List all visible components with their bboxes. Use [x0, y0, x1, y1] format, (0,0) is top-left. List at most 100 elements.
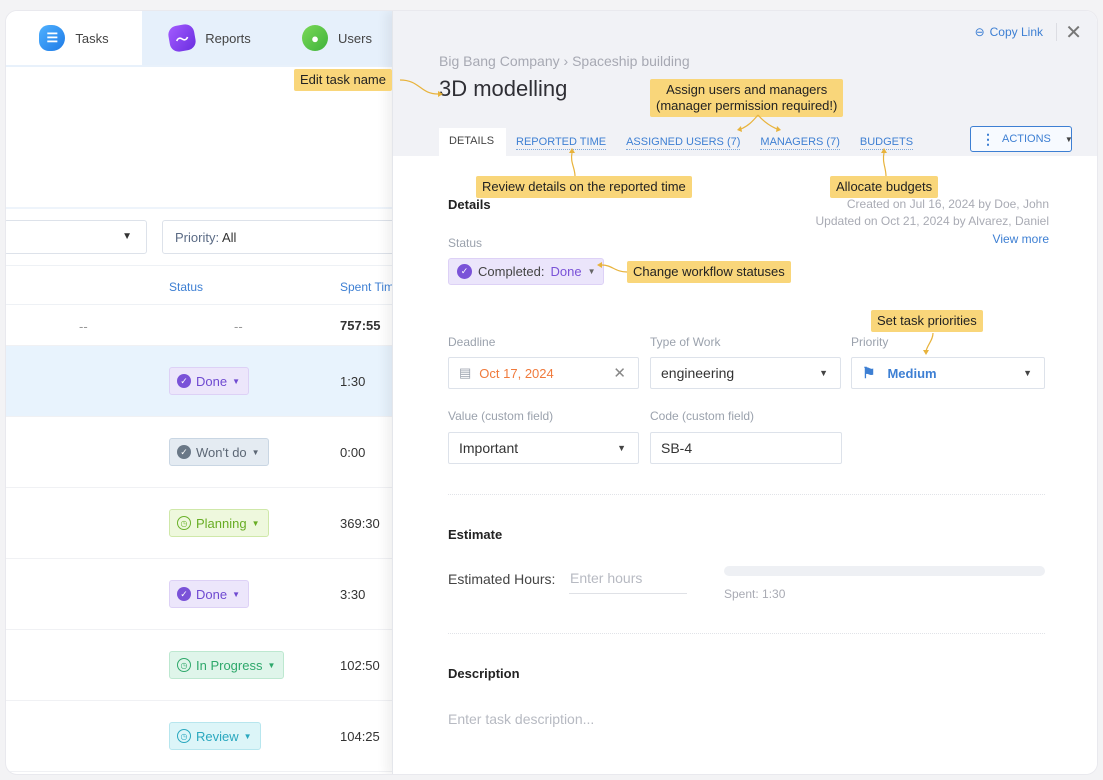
task-title[interactable]: 3D modelling [439, 76, 567, 102]
status-label: Done [196, 373, 228, 389]
table-row[interactable]: ✓ Done ▼ 1:30 [6, 346, 396, 417]
check-circle-icon: ✓ [177, 587, 191, 601]
annotation-line: (manager permission required!) [656, 98, 838, 113]
status-badge[interactable]: ◷ In Progress ▼ [169, 651, 285, 679]
annotation-assign-users: Assign users and managers (manager permi… [650, 79, 844, 117]
caret-down-icon: ▼ [232, 589, 240, 599]
column-header-status[interactable]: Status [169, 280, 203, 294]
chevron-down-icon: ▼ [1023, 368, 1032, 378]
table-header: Status Spent Tim [6, 265, 396, 305]
status-badge[interactable]: ✓ Won't do ▼ [169, 438, 269, 466]
priority-filter-label: Priority: [175, 230, 220, 245]
spent-time: 0:00 [340, 445, 366, 460]
annotation-workflow-statuses: Change workflow statuses [627, 261, 791, 283]
estimated-hours-label: Estimated Hours: [448, 571, 556, 587]
caret-down-icon: ▼ [1064, 134, 1073, 144]
check-circle-icon: ✓ [457, 264, 472, 279]
table-row[interactable]: ◷ In Progress ▼ 102:50 [6, 630, 396, 701]
table-row[interactable]: ◷ Planning ▼ 369:30 [6, 488, 396, 559]
priority-value: Medium [887, 365, 937, 381]
close-icon[interactable]: ✕ [1065, 20, 1082, 45]
filter-select[interactable]: ▼ [6, 220, 147, 254]
priority-select[interactable]: ⚑ Medium ▼ [851, 357, 1045, 389]
workflow-status-dropdown[interactable]: ✓ Completed: Done ▼ [448, 258, 605, 285]
column-header-spent-time[interactable]: Spent Tim [340, 280, 394, 294]
flag-icon: ⚑ [862, 365, 876, 382]
code-custom-field-input[interactable]: SB-4 [650, 432, 842, 464]
actions-button[interactable]: ⋮ ACTIONS ▼ [970, 126, 1073, 152]
nav-tab-label: Tasks [75, 30, 109, 46]
table-row[interactable]: ✓ Won't do ▼ 0:00 [6, 417, 396, 488]
status-label: Review [196, 728, 239, 744]
clock-icon: ◷ [177, 516, 191, 530]
clear-icon[interactable]: ✕ [613, 364, 626, 382]
priority-label: Priority [851, 335, 889, 349]
nav-tab-label: Reports [205, 30, 251, 46]
status-badge[interactable]: ◷ Planning ▼ [169, 509, 269, 537]
chevron-down-icon: ▼ [122, 231, 132, 242]
tasks-icon: ☰ [39, 25, 66, 51]
users-icon: ● [302, 25, 329, 51]
summary-cell: -- [234, 319, 243, 334]
tab-label: MANAGERS (7) [760, 136, 840, 150]
tab-label: ASSIGNED USERS (7) [626, 136, 741, 150]
calendar-icon: ▤ [459, 365, 472, 380]
status-badge[interactable]: ✓ Done ▼ [169, 367, 249, 395]
tab-details[interactable]: DETAILS [439, 128, 507, 156]
tab-budgets[interactable]: BUDGETS [850, 136, 923, 156]
more-vertical-icon: ⋮ [981, 130, 995, 147]
spent-time: 369:30 [340, 516, 380, 531]
caret-down-icon: ▼ [243, 731, 252, 741]
caret-down-icon: ▼ [232, 376, 240, 386]
clock-icon: ◷ [177, 658, 191, 672]
deadline-datepicker[interactable]: ▤ Oct 17, 2024 ✕ [448, 357, 639, 389]
app-window: ☰ Tasks 〜 Reports ● Users ▼ Priority: Al… [5, 10, 1098, 775]
status-badge[interactable]: ✓ Done ▼ [169, 580, 249, 608]
nav-tab-tasks[interactable]: ☰ Tasks [6, 11, 142, 65]
type-of-work-select[interactable]: engineering ▼ [650, 357, 841, 389]
estimated-hours-input[interactable]: Enter hours [569, 570, 687, 594]
description-section-title: Description [448, 666, 520, 681]
priority-filter-value: All [221, 230, 237, 245]
code-custom-field-value: SB-4 [661, 440, 693, 456]
view-more-link[interactable]: View more [993, 232, 1049, 246]
value-custom-field-value: Important [459, 440, 519, 456]
caret-down-icon: ▼ [251, 518, 260, 528]
tab-managers[interactable]: MANAGERS (7) [750, 136, 849, 156]
spent-time: 3:30 [340, 587, 366, 602]
annotation-reported-time: Review details on the reported time [476, 176, 692, 198]
check-circle-icon: ✓ [177, 445, 191, 459]
priority-filter[interactable]: Priority: All [162, 220, 402, 254]
status-label: Done [196, 586, 228, 602]
breadcrumb[interactable]: Big Bang Company › Spaceship building [439, 53, 690, 69]
value-custom-field-select[interactable]: Important ▼ [448, 432, 639, 464]
tab-reported-time[interactable]: REPORTED TIME [506, 136, 616, 156]
link-icon: ⊖ [974, 25, 985, 39]
summary-spent-time: 757:55 [340, 318, 381, 333]
tab-assigned-users[interactable]: ASSIGNED USERS (7) [616, 136, 750, 156]
nav-tab-users[interactable]: ● Users [278, 11, 396, 65]
details-section-title: Details [448, 197, 491, 212]
table-row[interactable]: ◷ Review ▼ 104:25 [6, 701, 396, 772]
type-of-work-value: engineering [661, 365, 735, 381]
description-input[interactable]: Enter task description... [448, 711, 594, 727]
nav-tab-reports[interactable]: 〜 Reports [142, 11, 278, 65]
status-label: Planning [196, 515, 247, 531]
caret-down-icon: ▼ [267, 660, 276, 670]
value-custom-field-label: Value (custom field) [448, 409, 554, 423]
annotation-task-priorities: Set task priorities [871, 310, 983, 332]
chevron-down-icon: ▼ [617, 443, 626, 453]
panel-tabs: DETAILS REPORTED TIME ASSIGNED USERS (7)… [439, 128, 923, 156]
copy-link-label: Copy Link [989, 25, 1043, 39]
filter-bar: ▼ Priority: All [6, 207, 402, 265]
estimate-section-title: Estimate [448, 527, 503, 542]
tab-label: DETAILS [449, 135, 495, 147]
spent-time: 104:25 [340, 729, 380, 744]
copy-link-button[interactable]: ⊖ Copy Link [975, 25, 1043, 39]
status-group: Completed: [478, 264, 545, 279]
tab-label: BUDGETS [859, 136, 914, 150]
table-row[interactable]: ✓ Done ▼ 3:30 [6, 559, 396, 630]
status-badge[interactable]: ◷ Review ▼ [169, 722, 261, 750]
check-circle-icon: ✓ [177, 374, 191, 388]
annotation-budgets: Allocate budgets [830, 176, 939, 198]
